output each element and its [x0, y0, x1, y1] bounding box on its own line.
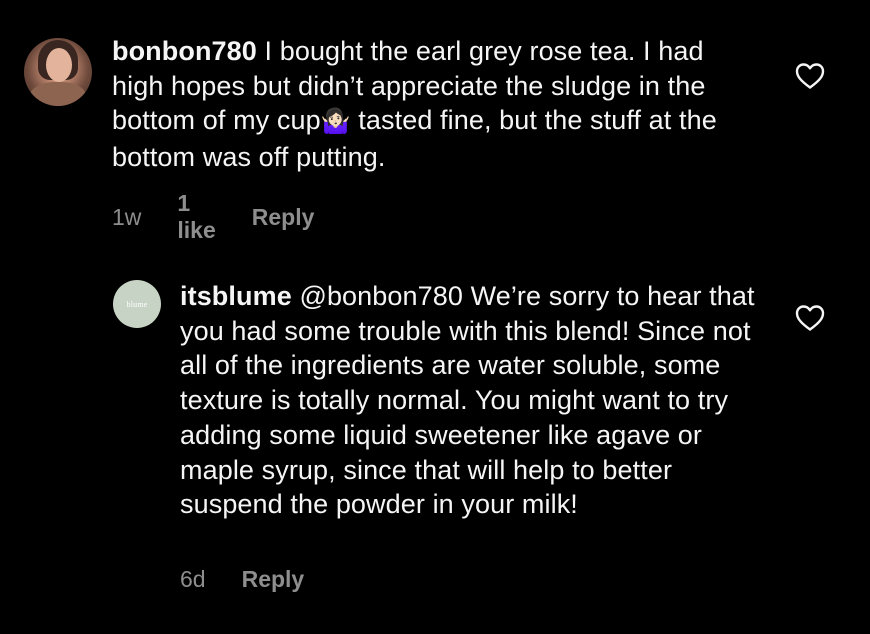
avatar-face — [46, 48, 72, 82]
shrug-emoji-icon: 🤷🏻‍♀️ — [320, 108, 351, 136]
user-avatar[interactable] — [24, 38, 92, 106]
reply-button[interactable]: Reply — [252, 204, 315, 231]
avatar-shoulders — [30, 82, 86, 106]
comment-timestamp: 1w — [112, 203, 142, 230]
comment-text: itsblume @bonbon780 We’re sorry to hear … — [180, 279, 780, 522]
heart-outline-icon[interactable] — [795, 62, 825, 90]
comment-meta: 1w 1 like Reply — [112, 190, 314, 244]
comment-username[interactable]: itsblume — [180, 281, 292, 311]
reply-button[interactable]: Reply — [242, 566, 305, 593]
comment-meta: 6d Reply — [180, 566, 304, 593]
comment-like-count[interactable]: 1 like — [177, 190, 215, 244]
like-heart-svg — [795, 63, 825, 89]
brand-logo-text: blume — [126, 299, 148, 309]
brand-avatar[interactable]: blume — [113, 280, 161, 328]
comment-timestamp: 6d — [180, 566, 206, 592]
comment-username[interactable]: bonbon780 — [112, 36, 257, 66]
comment-body: We’re sorry to hear that you had some tr… — [180, 281, 755, 520]
comment-mention-link[interactable]: @bonbon780 — [299, 281, 463, 311]
like-heart-svg — [795, 305, 825, 331]
heart-outline-icon[interactable] — [795, 304, 825, 332]
comment-text: bonbon780 I bought the earl grey rose te… — [112, 34, 752, 175]
